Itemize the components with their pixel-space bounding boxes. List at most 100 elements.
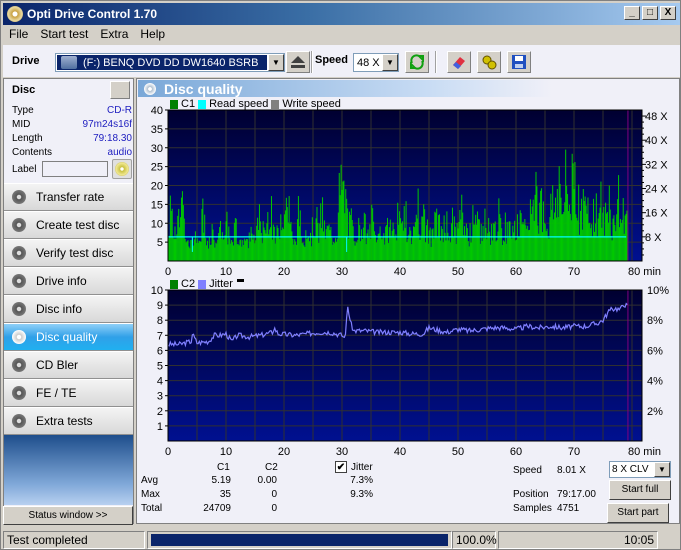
sidebar-item-disc-quality[interactable]: Disc quality xyxy=(4,323,133,351)
c1-bar xyxy=(548,238,550,261)
maximize-button[interactable]: □ xyxy=(642,6,658,20)
c1-bar xyxy=(259,221,261,261)
c1-bar xyxy=(412,226,414,261)
c1-bar xyxy=(170,210,172,261)
c1-bar xyxy=(442,242,444,261)
jitter-checkbox-row: ✔ Jitter xyxy=(335,461,373,473)
disc-label-input[interactable] xyxy=(42,161,109,177)
minimize-button[interactable]: _ xyxy=(624,6,640,20)
c1-bar xyxy=(524,219,526,261)
sidebar-item-extra-tests[interactable]: Extra tests xyxy=(4,407,133,435)
menu-start-test[interactable]: Start test xyxy=(34,27,94,41)
y2-tick-label: 16 X xyxy=(645,208,668,220)
c1-bar xyxy=(449,237,451,261)
sidebar-item-label: CD Bler xyxy=(36,358,79,372)
c1-bar xyxy=(443,215,445,261)
c1-bar xyxy=(216,243,218,261)
sidebar-decoration xyxy=(4,435,133,505)
c1-bar xyxy=(264,230,266,261)
c1-bar xyxy=(599,207,601,261)
start-part-button[interactable]: Start part xyxy=(607,503,669,523)
c1-bar xyxy=(466,228,468,261)
chevron-down-icon[interactable]: ▼ xyxy=(382,54,398,71)
test-mode-value: 8 X CLV xyxy=(612,464,649,475)
c1-bar xyxy=(368,237,370,261)
settings-button[interactable] xyxy=(477,51,501,73)
c1-bar xyxy=(549,217,551,261)
c1-bar xyxy=(576,217,578,261)
c1-bar xyxy=(448,240,450,261)
drive-select[interactable]: (F:) BENQ DVD DD DW1640 BSRB ▼ xyxy=(55,53,285,72)
x-tick-label: 30 xyxy=(336,266,348,277)
c1-bar xyxy=(321,228,323,261)
x-tick-label: 40 xyxy=(394,266,406,277)
legend-marker xyxy=(236,278,244,282)
menu-file[interactable]: File xyxy=(3,27,34,41)
eject-button[interactable] xyxy=(286,51,310,73)
erase-button[interactable] xyxy=(447,51,471,73)
drive-icon xyxy=(61,56,77,69)
sidebar-item-verify-test-disc[interactable]: Verify test disc xyxy=(4,239,133,267)
c1-bar xyxy=(209,244,211,261)
close-button[interactable]: X xyxy=(660,6,676,20)
refresh-icon xyxy=(410,54,424,70)
menu-extra[interactable]: Extra xyxy=(94,27,134,41)
title-bar[interactable]: Opti Drive Control 1.70 _ □ X xyxy=(3,3,680,25)
cd-text-button[interactable] xyxy=(112,159,132,179)
c1-bar xyxy=(296,244,298,261)
disc-icon xyxy=(12,414,26,428)
settings-icon xyxy=(482,55,497,70)
save-button[interactable] xyxy=(507,51,531,73)
c1-bar xyxy=(335,238,337,261)
start-full-button[interactable]: Start full xyxy=(609,480,671,500)
c1-bar xyxy=(281,230,283,261)
left-panel: Disc Type CD-R MID 97m24s16f Length 79:18.3… xyxy=(3,78,134,524)
c1-bar xyxy=(390,235,392,261)
c1-bar xyxy=(490,244,492,261)
c1-bar xyxy=(496,240,498,261)
disc-refresh-button[interactable] xyxy=(110,81,130,99)
sidebar-item-disc-info[interactable]: Disc info xyxy=(4,295,133,323)
c1-bar xyxy=(491,240,493,261)
c1-bar xyxy=(258,230,260,261)
menu-help[interactable]: Help xyxy=(134,27,171,41)
c1-bar xyxy=(506,221,508,261)
c1-bar xyxy=(456,222,458,261)
sidebar-item-fe-te[interactable]: FE / TE xyxy=(4,379,133,407)
c1-bar xyxy=(418,234,420,261)
progress-fill xyxy=(151,534,448,546)
c1-bar xyxy=(406,242,408,261)
chevron-down-icon[interactable]: ▼ xyxy=(654,462,670,477)
sidebar-item-transfer-rate[interactable]: Transfer rate xyxy=(4,183,133,211)
c1-bar xyxy=(411,244,413,261)
y-tick-label: 15 xyxy=(151,199,163,211)
sidebar-item-cd-bler[interactable]: CD Bler xyxy=(4,351,133,379)
test-mode-select[interactable]: 8 X CLV ▼ xyxy=(609,461,671,478)
c1-bar xyxy=(534,194,536,261)
sidebar-item-drive-info[interactable]: Drive info xyxy=(4,267,133,295)
c1-bar xyxy=(202,198,204,261)
status-window-button[interactable]: Status window >> xyxy=(3,506,133,525)
c1-bar xyxy=(603,206,605,261)
disc-icon xyxy=(12,386,26,400)
c1-bar xyxy=(404,227,406,261)
sidebar-item-create-test-disc[interactable]: Create test disc xyxy=(4,211,133,239)
c1-bar xyxy=(246,239,248,261)
c1-bar xyxy=(587,197,589,261)
x-tick-label: 10 xyxy=(220,266,232,277)
chevron-down-icon[interactable]: ▼ xyxy=(268,54,284,71)
y-tick-label: 6 xyxy=(157,345,163,357)
c1-bar xyxy=(412,236,414,261)
disc-icon xyxy=(12,190,26,204)
c1-bar xyxy=(501,228,503,261)
speed-select[interactable]: 48 X ▼ xyxy=(353,53,399,72)
jitter-checkbox[interactable]: ✔ xyxy=(335,461,347,473)
c1-bar xyxy=(582,188,584,261)
c1-bar xyxy=(529,199,531,261)
panel-title: Disc quality xyxy=(164,80,243,97)
c1-bar xyxy=(452,237,454,261)
c1-bar xyxy=(537,225,539,261)
refresh-button[interactable] xyxy=(405,51,429,73)
c1-bar xyxy=(271,196,273,261)
c1-bar xyxy=(486,239,488,261)
